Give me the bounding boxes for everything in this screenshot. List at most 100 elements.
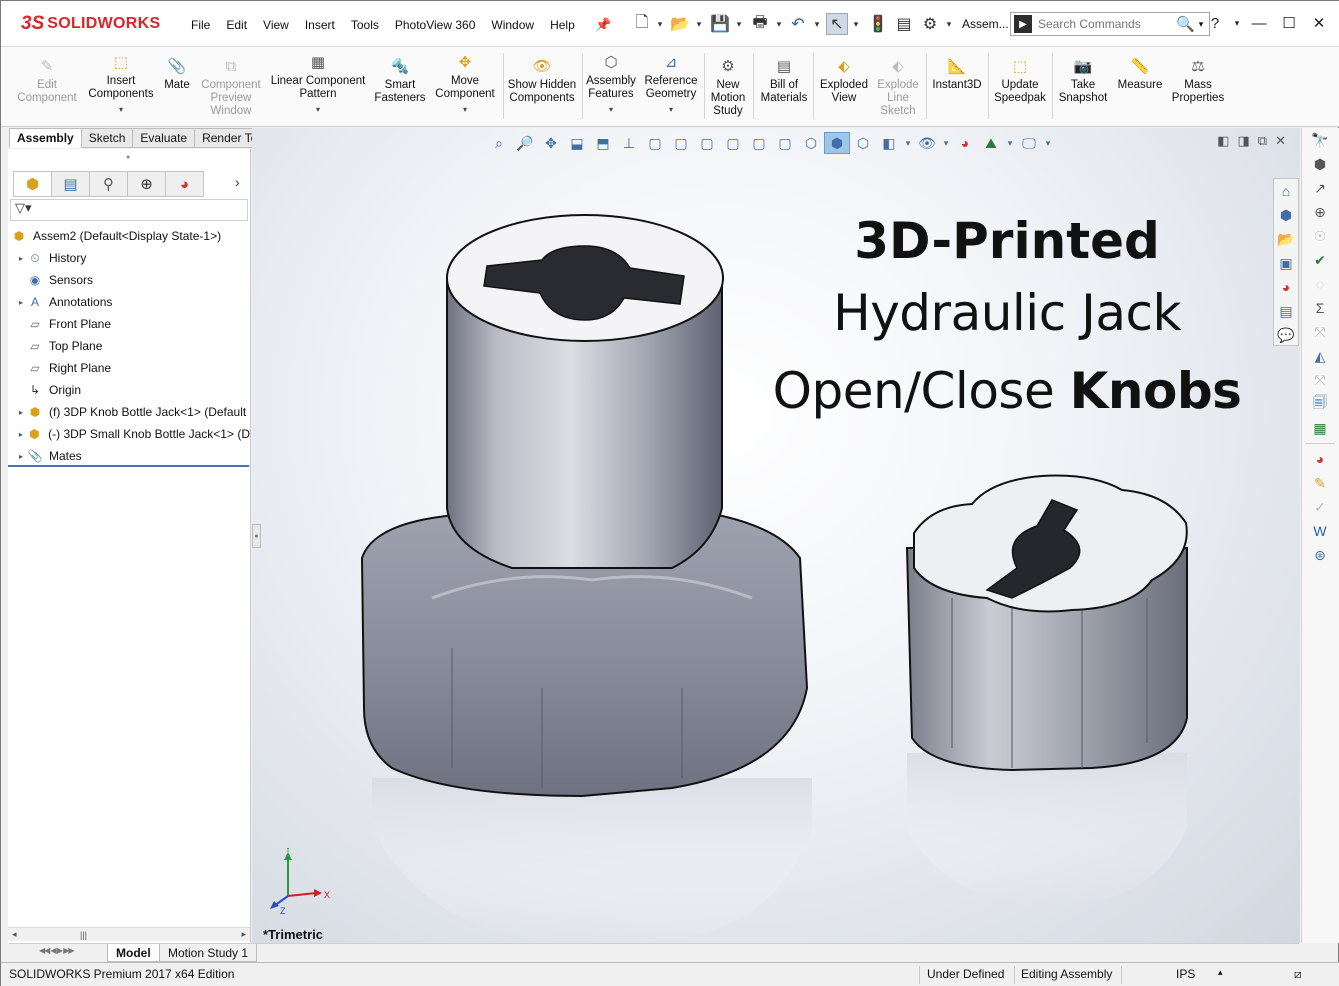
edit-appearance-icon[interactable]: ◕ <box>952 132 978 154</box>
reference-geometry-button[interactable]: ⊿ Reference Geometry ▾ <box>641 49 701 116</box>
search-type-icon[interactable]: ▶ <box>1014 15 1032 33</box>
tool-measure-icon[interactable]: 🔭 <box>1305 128 1335 152</box>
minimize-icon[interactable]: — <box>1244 10 1274 36</box>
view-cube-top-icon[interactable]: ▢ <box>746 132 772 154</box>
tool-clearance-icon[interactable]: ↗ <box>1305 176 1335 200</box>
menu-help[interactable]: Help <box>542 16 583 34</box>
undo-dropdown-icon[interactable]: ▾ <box>812 13 822 35</box>
move-component-button[interactable]: ✥ Move Component ▾ <box>431 49 499 116</box>
take-snapshot-button[interactable]: 📷 Take Snapshot <box>1055 53 1111 105</box>
component-preview-window-button[interactable]: ⧉ Component Preview Window <box>197 53 265 118</box>
custom-properties-icon[interactable]: ▤ <box>1274 299 1298 323</box>
tab-motion-study-1[interactable]: Motion Study 1 <box>159 944 258 962</box>
scroll-thumb[interactable]: ||| <box>80 930 87 940</box>
display-manager-tab-icon[interactable]: ◕ <box>165 171 204 197</box>
save-dropdown-icon[interactable]: ▾ <box>734 13 744 35</box>
expand-icon[interactable]: ▸ <box>16 452 26 461</box>
feature-manager-tab-icon[interactable]: ⬢ <box>13 171 52 197</box>
forum-icon[interactable]: 💬 <box>1274 323 1298 347</box>
view-palette-icon[interactable]: ▣ <box>1274 251 1298 275</box>
expand-icon[interactable]: ▸ <box>16 254 26 263</box>
instant3d-button[interactable]: 📐 Instant3D <box>929 53 985 92</box>
edit-component-button[interactable]: ✎ Edit Component <box>9 53 85 105</box>
file-properties-icon[interactable]: ▤ <box>893 13 915 35</box>
print-icon[interactable]: 🖶 <box>749 13 771 35</box>
pane-grip-icon[interactable]: ● <box>126 154 130 161</box>
tab-assembly[interactable]: Assembly <box>9 128 82 148</box>
tab-model[interactable]: Model <box>107 944 160 962</box>
menu-view[interactable]: View <box>255 16 297 34</box>
tool-disabled-icon[interactable]: ☉ <box>1305 224 1335 248</box>
help-icon[interactable]: ? <box>1200 10 1230 36</box>
options-icon[interactable]: ⚙ <box>919 13 941 35</box>
tree-item-mates[interactable]: ▸ 📎 Mates <box>8 445 250 467</box>
tree-filter[interactable]: ▽▾ <box>10 199 248 221</box>
view-cube-bottom-icon[interactable]: ▢ <box>772 132 798 154</box>
measure-button[interactable]: 📏 Measure <box>1113 53 1167 92</box>
tool-hole-alignment-icon[interactable]: ⊕ <box>1305 200 1335 224</box>
configuration-manager-tab-icon[interactable]: ⚲ <box>89 171 128 197</box>
move-component-dropdown-icon[interactable]: ▾ <box>431 103 499 116</box>
expand-icon[interactable]: ▸ <box>16 408 26 417</box>
tool-geometry-analysis-icon[interactable]: ◌ <box>1305 272 1335 296</box>
tool-costing-icon[interactable]: ✎ <box>1305 471 1335 495</box>
options-dropdown-icon[interactable]: ▾ <box>944 13 954 35</box>
new-document-icon[interactable]: 🗋 <box>631 13 653 35</box>
view-cube-back-icon[interactable]: ▢ <box>668 132 694 154</box>
tool-sustainability-icon[interactable]: ◕ <box>1305 447 1335 471</box>
tool-draft-analysis-icon[interactable]: ◭ <box>1305 344 1335 368</box>
graphics-area[interactable]: ⌕ 🔎 ✥ ⬓ ⬒ ⊥ ▢ ▢ ▢ ▢ ▢ ▢ ⬡ ⬢ ⬡ ◧ ▾ 👁 ▾ ◕ … <box>252 128 1300 943</box>
explode-line-sketch-button[interactable]: ⬖ Explode Line Sketch <box>873 53 923 118</box>
tool-undercut-icon[interactable]: ⤧ <box>1305 368 1335 392</box>
menu-photoview[interactable]: PhotoView 360 <box>387 16 484 34</box>
previous-view-icon[interactable]: ✥ <box>538 132 564 154</box>
search-input[interactable] <box>1036 16 1174 32</box>
tool-excel-icon[interactable]: ▦ <box>1305 416 1335 440</box>
units-dropdown-icon[interactable]: ▴ <box>1218 967 1223 978</box>
viewport-close-icon[interactable]: ✕ <box>1275 133 1286 149</box>
appearances-icon[interactable]: ◕ <box>1274 275 1298 299</box>
help-dropdown-icon[interactable]: ▾ <box>1230 10 1244 36</box>
save-icon[interactable]: 💾 <box>709 13 731 35</box>
dimetric-icon[interactable]: ⬡ <box>850 132 876 154</box>
view-settings-icon[interactable]: 🖵 <box>1016 132 1042 154</box>
view-orientation-icon[interactable]: ⊥ <box>616 132 642 154</box>
pane-expand-icon[interactable]: › <box>235 174 240 190</box>
rebuild-icon[interactable]: 🚦 <box>867 13 889 35</box>
tree-item-knob-bottle-jack[interactable]: ▸ ⬢ (f) 3DP Knob Bottle Jack<1> (Default <box>8 401 250 423</box>
hide-show-items-icon[interactable]: 👁 <box>914 132 940 154</box>
expand-icon[interactable]: ▸ <box>16 298 26 307</box>
mass-properties-button[interactable]: ⚖ Mass Properties <box>1169 53 1227 105</box>
reference-geometry-dropdown-icon[interactable]: ▾ <box>641 103 701 116</box>
display-style-icon[interactable]: ◧ <box>876 132 902 154</box>
rollback-bar[interactable] <box>8 465 249 467</box>
section-view-icon[interactable]: ⬓ <box>564 132 590 154</box>
undo-icon[interactable]: ↶ <box>787 13 809 35</box>
tree-item-small-knob-bottle-jack[interactable]: ▸ ⬢ (-) 3DP Small Knob Bottle Jack<1> (D <box>8 423 250 445</box>
linear-component-pattern-button[interactable]: ▦ Linear Component Pattern ▾ <box>267 49 369 116</box>
viewport-restore-icon[interactable]: ⧉ <box>1258 133 1267 149</box>
tree-item-origin[interactable]: ↳ Origin <box>8 379 250 401</box>
apply-scene-icon[interactable]: ⛰ <box>978 132 1004 154</box>
viewport-prev-icon[interactable]: ◧ <box>1217 133 1229 149</box>
tool-symmetry-icon[interactable]: ⤧ <box>1305 320 1335 344</box>
trimetric-icon[interactable]: ⬢ <box>824 132 850 154</box>
close-icon[interactable]: ✕ <box>1304 10 1334 36</box>
update-speedpak-button[interactable]: ⬚ Update Speedpak <box>991 53 1049 105</box>
horizontal-scrollbar[interactable]: ◂ ||| ▸ <box>8 927 250 941</box>
viewport-next-icon[interactable]: ◨ <box>1238 133 1250 149</box>
bill-of-materials-button[interactable]: ▤ Bill of Materials <box>757 53 811 105</box>
dimxpert-manager-tab-icon[interactable]: ⊕ <box>127 171 166 197</box>
menu-insert[interactable]: Insert <box>297 16 343 34</box>
tree-item-top-plane[interactable]: ▱ Top Plane <box>8 335 250 357</box>
menu-file[interactable]: File <box>183 16 218 34</box>
open-icon[interactable]: 📂 <box>669 13 691 35</box>
print-dropdown-icon[interactable]: ▾ <box>774 13 784 35</box>
file-explorer-icon[interactable]: 📂 <box>1274 227 1298 251</box>
isometric-icon[interactable]: ⬡ <box>798 132 824 154</box>
display-style-dropdown-icon[interactable]: ▾ <box>902 132 914 154</box>
view-cube-right-icon[interactable]: ▢ <box>720 132 746 154</box>
expand-icon[interactable]: ▸ <box>16 430 26 439</box>
home-icon[interactable]: ⌂ <box>1274 179 1298 203</box>
tool-help-icon[interactable]: ⊛ <box>1305 543 1335 567</box>
